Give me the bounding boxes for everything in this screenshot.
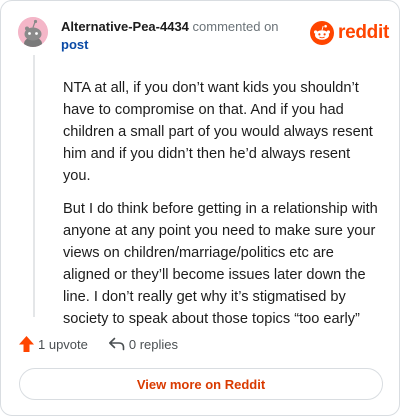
avatar[interactable] bbox=[18, 17, 48, 47]
replies-count: 0 replies bbox=[128, 336, 179, 352]
snoo-avatar-icon bbox=[18, 17, 48, 47]
comment-header: Alternative-Pea-4434 commented on post bbox=[61, 18, 301, 54]
commented-on-text: commented on bbox=[192, 19, 279, 34]
reddit-wordmark: reddit bbox=[338, 22, 389, 43]
comment-actions: 1 upvote 0 replies bbox=[18, 333, 178, 355]
embedded-comment-card: Alternative-Pea-4434 commented on post r… bbox=[0, 0, 400, 416]
thread-line bbox=[33, 55, 35, 317]
view-more-button[interactable]: View more on Reddit bbox=[19, 368, 383, 400]
upvote-count: 1 upvote bbox=[38, 336, 88, 352]
post-link[interactable]: post bbox=[61, 36, 301, 54]
replies-button[interactable]: 0 replies bbox=[108, 336, 178, 352]
upvote-arrow-icon bbox=[19, 336, 34, 352]
reply-arrow-icon bbox=[108, 337, 125, 351]
comment-paragraph: NTA at all, if you don’t want kids you s… bbox=[63, 80, 373, 184]
reddit-snoo-icon bbox=[310, 21, 334, 45]
comment-paragraph: But I do think before getting in a relat… bbox=[63, 201, 378, 327]
comment-body: NTA at all, if you don’t want kids you s… bbox=[63, 77, 381, 341]
upvote-button[interactable]: 1 upvote bbox=[18, 335, 88, 353]
reddit-logo[interactable]: reddit bbox=[310, 21, 389, 45]
author-name[interactable]: Alternative-Pea-4434 bbox=[61, 19, 189, 34]
